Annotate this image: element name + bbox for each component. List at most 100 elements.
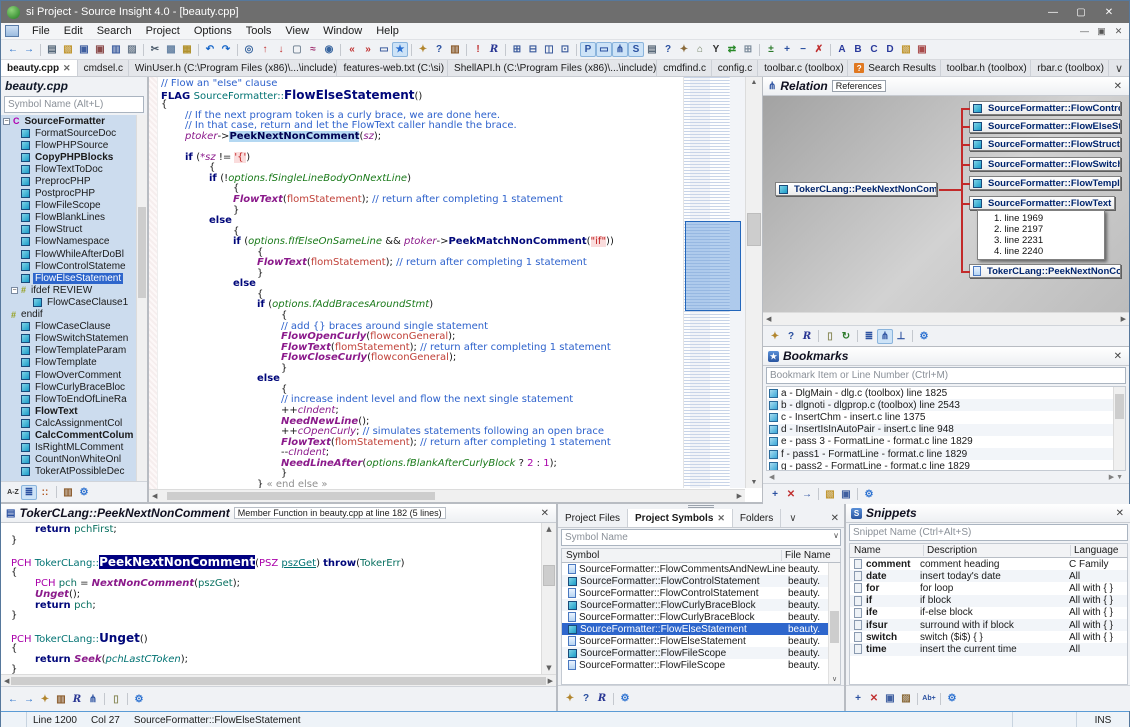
symbol-tree-item[interactable]: FlowCaseClause xyxy=(1,321,147,333)
window-minimize-button[interactable]: — xyxy=(1039,3,1067,21)
save-all-icon[interactable]: ▥ xyxy=(108,42,124,57)
view-horizontal-icon[interactable]: ⊥ xyxy=(893,329,909,344)
style-folder-icon[interactable]: ▧ xyxy=(898,42,914,57)
contents-icon[interactable]: ▥ xyxy=(447,42,463,57)
symbol-tree-item[interactable]: CountNonWhiteOnl xyxy=(1,454,147,466)
redo-icon[interactable]: ↷ xyxy=(218,42,234,57)
save-bookmarks-icon[interactable]: ▣ xyxy=(838,487,854,502)
column-description[interactable]: Description xyxy=(924,545,1071,556)
tab-beauty.cpp[interactable]: beauty.cpp✕ xyxy=(1,60,78,76)
symbol-tree-item[interactable]: FlowFileScope xyxy=(1,200,147,212)
column-language[interactable]: Language xyxy=(1071,545,1127,556)
scroll-right-icon[interactable]: ▶ xyxy=(737,492,742,500)
symbol-tree-item[interactable]: IsRightMLComment xyxy=(1,442,147,454)
tab-featuresweb.txt[interactable]: features-web.txt (C:\si) xyxy=(337,60,448,76)
bookmark-item[interactable]: g - pass2 - FormatLine - format.c line 1… xyxy=(767,460,1125,471)
link-forward-icon[interactable]: » xyxy=(360,42,376,57)
open-bookmarks-icon[interactable]: ▧ xyxy=(822,487,838,502)
browse-icon[interactable]: ✦ xyxy=(415,42,431,57)
layout-split-icon[interactable]: ◫ xyxy=(541,42,557,57)
copy-icon[interactable]: ▩ xyxy=(163,42,179,57)
save-icon[interactable]: ▣ xyxy=(76,42,92,57)
search-forward-icon[interactable]: ↓ xyxy=(273,42,289,57)
symbol-list-scrollbar[interactable]: ∨ xyxy=(828,563,840,684)
column-symbol[interactable]: Symbol xyxy=(566,550,782,561)
options-icon[interactable]: ⚙ xyxy=(131,692,147,707)
symbol-tree-item[interactable]: −CSourceFormatter xyxy=(1,115,147,127)
tab-overflow-icon[interactable]: ∨ xyxy=(1109,60,1129,76)
context-vscrollbar[interactable]: ▲▼ xyxy=(541,523,556,674)
lock-icon[interactable]: ▯ xyxy=(108,692,124,707)
symbol-tree-item[interactable]: FlowToEndOfLineRa xyxy=(1,393,147,405)
symbol-tree-item[interactable]: FlowElseStatement xyxy=(1,272,147,284)
bookmark-list[interactable]: a - DlgMain - dlg.c (toolbox) line 1825b… xyxy=(766,386,1126,471)
symbol-tree-item[interactable]: FlowSwitchStatemen xyxy=(1,333,147,345)
window-maximize-button[interactable]: ▢ xyxy=(1067,3,1095,21)
menu-project[interactable]: Project xyxy=(139,24,187,38)
context-hscrollbar[interactable]: ◀ ▶ xyxy=(1,674,556,686)
snippets-close-icon[interactable]: ✕ xyxy=(1114,508,1126,519)
scroll-right-icon[interactable]: ▶ xyxy=(1121,315,1126,323)
menu-tools[interactable]: Tools xyxy=(239,24,279,38)
relation-window-icon[interactable]: ⋔ xyxy=(612,42,628,57)
macro-icon[interactable]: R xyxy=(799,329,815,344)
scroll-left-icon[interactable]: ◀ xyxy=(766,315,771,323)
nav-back-icon[interactable]: ← xyxy=(5,692,21,707)
symbol-tree-item[interactable]: FlowTemplate xyxy=(1,357,147,369)
column-file-name[interactable]: File Name xyxy=(782,550,840,561)
options-icon[interactable]: ⚙ xyxy=(944,691,960,706)
snippet-row[interactable]: switchswitch ($i$) { }All with { } xyxy=(850,631,1127,643)
menu-search[interactable]: Search xyxy=(90,24,139,38)
tab-project-files[interactable]: Project Files xyxy=(558,509,628,527)
snippet-name-input[interactable] xyxy=(849,524,1128,541)
bookmarks-close-icon[interactable]: ✕ xyxy=(1112,351,1124,362)
tab-config.c[interactable]: config.c xyxy=(712,60,758,76)
symbol-tree-item[interactable]: PreprocPHP xyxy=(1,175,147,187)
symbol-tree-item[interactable]: CalcAssignmentCol xyxy=(1,417,147,429)
options-icon[interactable]: ⚙ xyxy=(916,329,932,344)
browse-icon[interactable]: ✦ xyxy=(562,691,578,706)
symbol-tree-item[interactable]: TokerAtPossibleDec xyxy=(1,466,147,478)
edit-snippet-icon[interactable]: ▣ xyxy=(882,691,898,706)
relation-hscrollbar[interactable]: ◀ ▶ xyxy=(763,312,1129,325)
editor-vscroll-thumb[interactable] xyxy=(747,213,761,246)
window-grid-icon[interactable]: ⊞ xyxy=(740,42,756,57)
relation-root-node[interactable]: TokerCLang::PeekNextNonComment xyxy=(775,182,937,196)
status-insert-mode[interactable]: INS xyxy=(1077,712,1129,727)
scroll-left-icon[interactable]: ◀ xyxy=(152,492,157,500)
layout-single-icon[interactable]: ⊟ xyxy=(525,42,541,57)
layout-full-icon[interactable]: ⊞ xyxy=(509,42,525,57)
clips-window-icon[interactable]: ▤ xyxy=(644,42,660,57)
symbol-row[interactable]: SourceFormatter::FlowFileScopebeauty. xyxy=(562,659,840,671)
tab-toolbar.h[interactable]: toolbar.h (toolbox) xyxy=(941,60,1032,76)
undo-icon[interactable]: ↶ xyxy=(202,42,218,57)
bookmark-item[interactable]: f - pass1 - FormatLine - format.c line 1… xyxy=(767,448,1125,460)
symbol-tree-item[interactable]: FlowStruct xyxy=(1,224,147,236)
tab-winuser.h[interactable]: WinUser.h (C:\Program Files (x86)\...\in… xyxy=(129,60,338,76)
context-window-icon[interactable]: ▭ xyxy=(596,42,612,57)
rename-snippet-icon[interactable]: Ab+ xyxy=(921,691,937,706)
editor-code[interactable]: // Flow an "else" clauseFLAG SourceForma… xyxy=(161,79,682,488)
tree-expander-icon[interactable]: − xyxy=(3,118,10,125)
minimap-viewport[interactable] xyxy=(685,221,741,311)
symbol-tree-item[interactable]: FlowNamespace xyxy=(1,236,147,248)
symbol-tree-item[interactable]: CalcCommentColum xyxy=(1,429,147,441)
sort-alpha-icon[interactable]: A-Z xyxy=(5,485,21,500)
nav-back-icon[interactable]: ← xyxy=(5,42,21,57)
symbol-tree-item[interactable]: FlowText xyxy=(1,405,147,417)
symbol-tree-item[interactable]: #endif xyxy=(1,309,147,321)
bookmark-list-hscrollbar[interactable]: ◀▶ ▼ xyxy=(763,471,1129,483)
view-outline-icon[interactable]: ≣ xyxy=(861,329,877,344)
bookmark-item[interactable]: c - InsertChm - insert.c line 1375 xyxy=(767,411,1125,423)
nav-forward-icon[interactable]: → xyxy=(21,42,37,57)
relation-tab-references[interactable]: References xyxy=(832,80,886,92)
sync-windows-icon[interactable]: ⇄ xyxy=(724,42,740,57)
new-file-icon[interactable]: ▤ xyxy=(44,42,60,57)
relation-node[interactable]: SourceFormatter::FlowTemplate xyxy=(969,176,1121,190)
symbol-row[interactable]: SourceFormatter::FlowElseStatementbeauty… xyxy=(562,635,840,647)
symbol-list[interactable]: SourceFormatter::FlowCommentsAndNewLineb… xyxy=(561,563,841,685)
options-icon[interactable]: ⚙ xyxy=(76,485,92,500)
delete-bookmark-icon[interactable]: ✕ xyxy=(783,487,799,502)
symbol-tree-item[interactable]: FlowWhileAfterDoBl xyxy=(1,248,147,260)
search-backward-icon[interactable]: ↑ xyxy=(257,42,273,57)
